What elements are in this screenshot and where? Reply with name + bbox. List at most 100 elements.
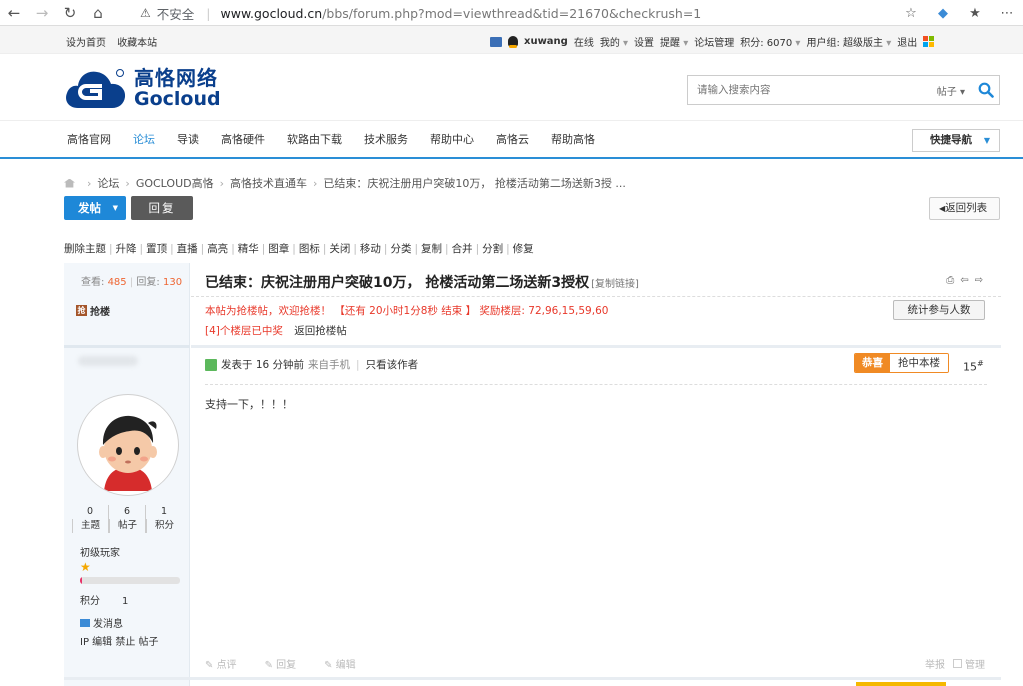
home-icon[interactable]: [64, 178, 75, 188]
thread-title: 已结束：庆祝注册用户突破10万， 抢楼活动第二场送新3授权 [复制链接]: [205, 275, 639, 291]
mod-action-6[interactable]: 图章: [268, 243, 289, 255]
nav-item-7[interactable]: 高恪云: [485, 121, 540, 159]
envelope-icon: [80, 618, 90, 627]
bookmark-link[interactable]: 收藏本站: [117, 38, 157, 49]
search-icon[interactable]: [973, 76, 999, 104]
reply-button[interactable]: 回复: [131, 196, 193, 220]
points-link[interactable]: 积分: 6070 ▾: [740, 34, 800, 49]
new-post-button[interactable]: 发帖 ▼: [64, 196, 126, 220]
rush-tag: 抢抢楼: [76, 305, 110, 318]
report-link[interactable]: 举报: [925, 656, 945, 671]
mod-action-8[interactable]: 关闭: [329, 243, 350, 255]
print-icon[interactable]: ⎙: [946, 275, 954, 286]
post-source[interactable]: 来自手机: [308, 357, 350, 372]
logout-link[interactable]: 退出: [897, 34, 917, 49]
user-posts[interactable]: 6 帖子: [108, 505, 145, 533]
user-credits[interactable]: 1 积分: [145, 505, 182, 533]
user-card-icon[interactable]: [490, 36, 502, 47]
manage-checkbox[interactable]: [953, 659, 962, 668]
mod-action-1[interactable]: 升降: [116, 243, 137, 255]
back-arrow-icon[interactable]: ←: [0, 0, 28, 26]
search-box: 帖子 ▾: [687, 75, 1000, 105]
mod-action-13[interactable]: 分割: [482, 243, 503, 255]
title-tools: ⎙ ⇦ ⇨: [940, 275, 983, 286]
url-path: /bbs/forum.php?mod=viewthread&tid=21670&…: [322, 5, 702, 21]
forward-arrow-icon[interactable]: →: [28, 0, 56, 26]
nav-item-4[interactable]: 软路由下载: [276, 121, 353, 159]
address-bar[interactable]: ⚠ 不安全 | www.gocloud.cn/bbs/forum.php?mod…: [140, 4, 701, 22]
mod-action-2[interactable]: 置顶: [146, 243, 167, 255]
breadcrumb-forum[interactable]: 论坛: [97, 175, 119, 191]
user-stats: 0 主题 6 帖子 1 积分: [72, 505, 182, 533]
nav-item-1[interactable]: 论坛: [122, 121, 166, 159]
prev-thread-icon[interactable]: ⇦: [960, 275, 968, 286]
online-icon: [205, 358, 217, 371]
next-post-badge: [856, 682, 946, 686]
rate-button[interactable]: ✎ 点评: [205, 656, 251, 671]
my-menu[interactable]: 我的 ▾: [600, 34, 628, 49]
mod-action-3[interactable]: 直播: [177, 243, 198, 255]
reply-post-button[interactable]: ✎ 回复: [265, 656, 311, 671]
breadcrumb-thread[interactable]: 已结束：庆祝注册用户突破10万， 抢楼活动第二场送新3授 ...: [323, 175, 625, 191]
won-count[interactable]: [4]个楼层已中奖: [205, 325, 283, 337]
mod-action-7[interactable]: 图标: [299, 243, 320, 255]
next-thread-icon[interactable]: ⇨: [975, 275, 983, 286]
post-body: 支持一下，！！！: [205, 398, 293, 411]
breadcrumb-gocloud[interactable]: GOCLOUD高恪: [136, 175, 214, 191]
reload-icon[interactable]: ↻: [56, 0, 84, 26]
post-meta: 发表于 16 分钟前 来自手机 | 只看该作者: [205, 357, 418, 372]
settings-link[interactable]: 设置: [634, 34, 654, 49]
only-author-link[interactable]: 只看该作者: [366, 357, 419, 372]
rush-icon: 抢: [76, 305, 87, 316]
back-to-list-button[interactable]: ◀返回列表: [929, 197, 1000, 220]
user-topics[interactable]: 0 主题: [72, 505, 108, 533]
quick-nav-button[interactable]: 快捷导航 ▼: [912, 129, 1000, 152]
mod-action-9[interactable]: 移动: [360, 243, 381, 255]
browser-toolbar: ← → ↻ ⌂ ⚠ 不安全 | www.gocloud.cn/bbs/forum…: [0, 0, 1023, 26]
admin-links[interactable]: IP 编辑 禁止 帖子: [80, 633, 159, 648]
rank-progress-bar: [80, 577, 180, 584]
edit-button[interactable]: ✎ 编辑: [324, 656, 370, 671]
favorite-star-icon[interactable]: ☆: [895, 6, 927, 21]
more-icon[interactable]: ⋯: [991, 6, 1023, 21]
forum-admin-link[interactable]: 论坛管理: [694, 34, 734, 49]
search-input[interactable]: [688, 77, 937, 103]
floor-number[interactable]: 15#: [963, 359, 984, 374]
warning-icon: ⚠: [140, 6, 151, 20]
extension-icon[interactable]: ◆: [927, 6, 959, 21]
breadcrumb-tech[interactable]: 高恪技术直通车: [230, 175, 307, 191]
mod-action-5[interactable]: 精华: [238, 243, 259, 255]
nav-item-8[interactable]: 帮助高恪: [540, 121, 606, 159]
author-name-blurred[interactable]: [78, 356, 138, 366]
avatar[interactable]: [77, 394, 179, 496]
set-home-link[interactable]: 设为首页: [66, 38, 106, 49]
nav-item-6[interactable]: 帮助中心: [419, 121, 485, 159]
mod-action-0[interactable]: 删除主题: [64, 243, 106, 255]
mod-action-4[interactable]: 高亮: [207, 243, 228, 255]
stat-participants-button[interactable]: 统计参与人数: [893, 300, 985, 320]
app-grid-icon[interactable]: [923, 36, 935, 47]
mod-action-11[interactable]: 复制: [421, 243, 442, 255]
nav-item-2[interactable]: 导读: [166, 121, 210, 159]
win-badge: 恭喜 抢中本楼: [854, 353, 949, 373]
rush-info: 本帖为抢楼帖，欢迎抢楼！ 【还有 20小时1分8秒 结束 】 奖励楼层: 72,…: [205, 305, 609, 317]
search-type-select[interactable]: 帖子 ▾: [937, 83, 965, 98]
site-logo[interactable]: 高恪网络 Gocloud: [64, 64, 221, 112]
nav-item-5[interactable]: 技术服务: [353, 121, 419, 159]
mod-action-12[interactable]: 合并: [452, 243, 473, 255]
remind-link[interactable]: 提醒 ▾: [660, 34, 688, 49]
back-rush-link[interactable]: 返回抢楼帖: [294, 325, 347, 337]
mod-action-10[interactable]: 分类: [390, 243, 411, 255]
nav-item-0[interactable]: 高恪官网: [56, 121, 122, 159]
online-status[interactable]: 在线: [574, 34, 594, 49]
user-rank[interactable]: 初级玩家: [80, 544, 120, 559]
nav-item-3[interactable]: 高恪硬件: [210, 121, 276, 159]
favorites-icon[interactable]: ★: [959, 6, 991, 21]
home-icon[interactable]: ⌂: [84, 0, 112, 26]
copy-link[interactable]: [复制链接]: [591, 279, 639, 290]
send-message-link[interactable]: 发消息: [80, 615, 123, 630]
qq-icon: [508, 36, 518, 48]
username-link[interactable]: xuwang: [524, 36, 568, 47]
usergroup-link[interactable]: 用户组: 超级版主 ▾: [806, 34, 891, 49]
mod-action-14[interactable]: 修复: [513, 243, 534, 255]
